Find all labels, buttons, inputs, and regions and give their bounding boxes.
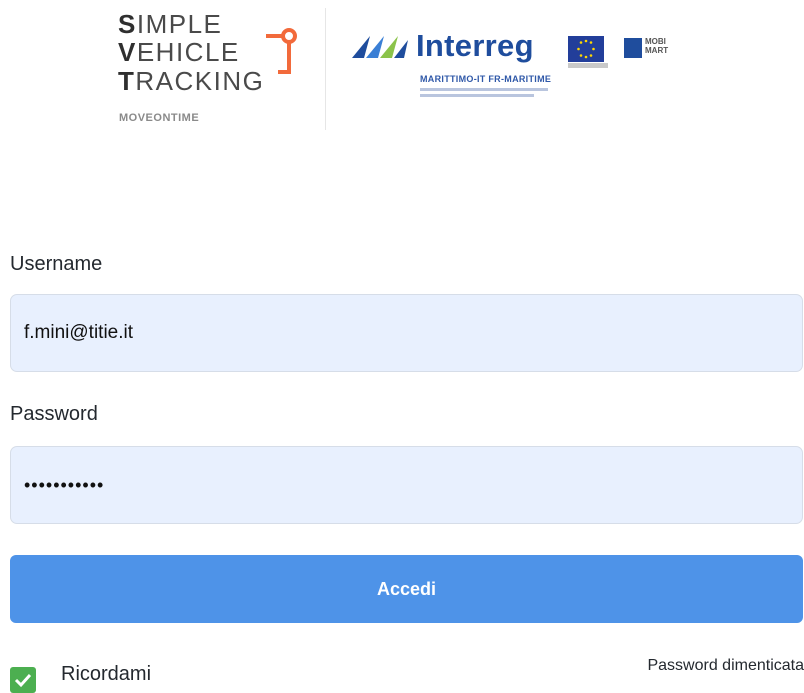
header: SIMPLE VEHICLE TRACKING MOVEONTIME Inter… <box>0 0 804 140</box>
partner-fineprint <box>420 88 548 91</box>
logo-subtitle: MOVEONTIME <box>119 112 200 124</box>
username-field[interactable] <box>10 294 803 372</box>
logo-word-vehicle: EHICLE <box>136 37 240 67</box>
password-field[interactable] <box>10 446 803 524</box>
logo-initial-t: T <box>118 66 136 96</box>
remember-checkbox[interactable] <box>10 667 36 693</box>
partner-name: Interreg <box>416 28 534 63</box>
logo-word-simple: IMPLE <box>136 9 223 39</box>
username-input[interactable] <box>11 295 802 371</box>
password-input[interactable] <box>11 447 802 523</box>
route-pin-icon <box>266 28 297 74</box>
logo-initial-s: S <box>118 9 137 39</box>
mobimart-text: MOBI MART <box>645 37 669 55</box>
partner-subtitle: MARITTIMO-IT FR-MARITIME <box>420 74 552 84</box>
logo-word-tracking: RACKING <box>135 66 265 96</box>
mobimart-logo: MOBI MART <box>624 36 684 62</box>
remember-me[interactable]: Ricordami <box>10 655 151 693</box>
password-label: Password <box>10 403 98 425</box>
remember-label: Ricordami <box>61 662 152 685</box>
header-divider <box>325 8 326 130</box>
username-label: Username <box>10 253 103 275</box>
eu-flag-icon <box>568 36 608 68</box>
partner-fineprint <box>420 94 534 97</box>
mobimart-icon <box>624 38 642 58</box>
forgot-password-link[interactable]: Password dimenticata <box>647 657 804 675</box>
interreg-swoosh-icon <box>352 36 408 58</box>
login-button[interactable]: Accedi <box>10 555 803 623</box>
logo-initial-v: V <box>118 37 137 67</box>
app-logo: SIMPLE VEHICLE TRACKING MOVEONTIME <box>118 10 308 128</box>
